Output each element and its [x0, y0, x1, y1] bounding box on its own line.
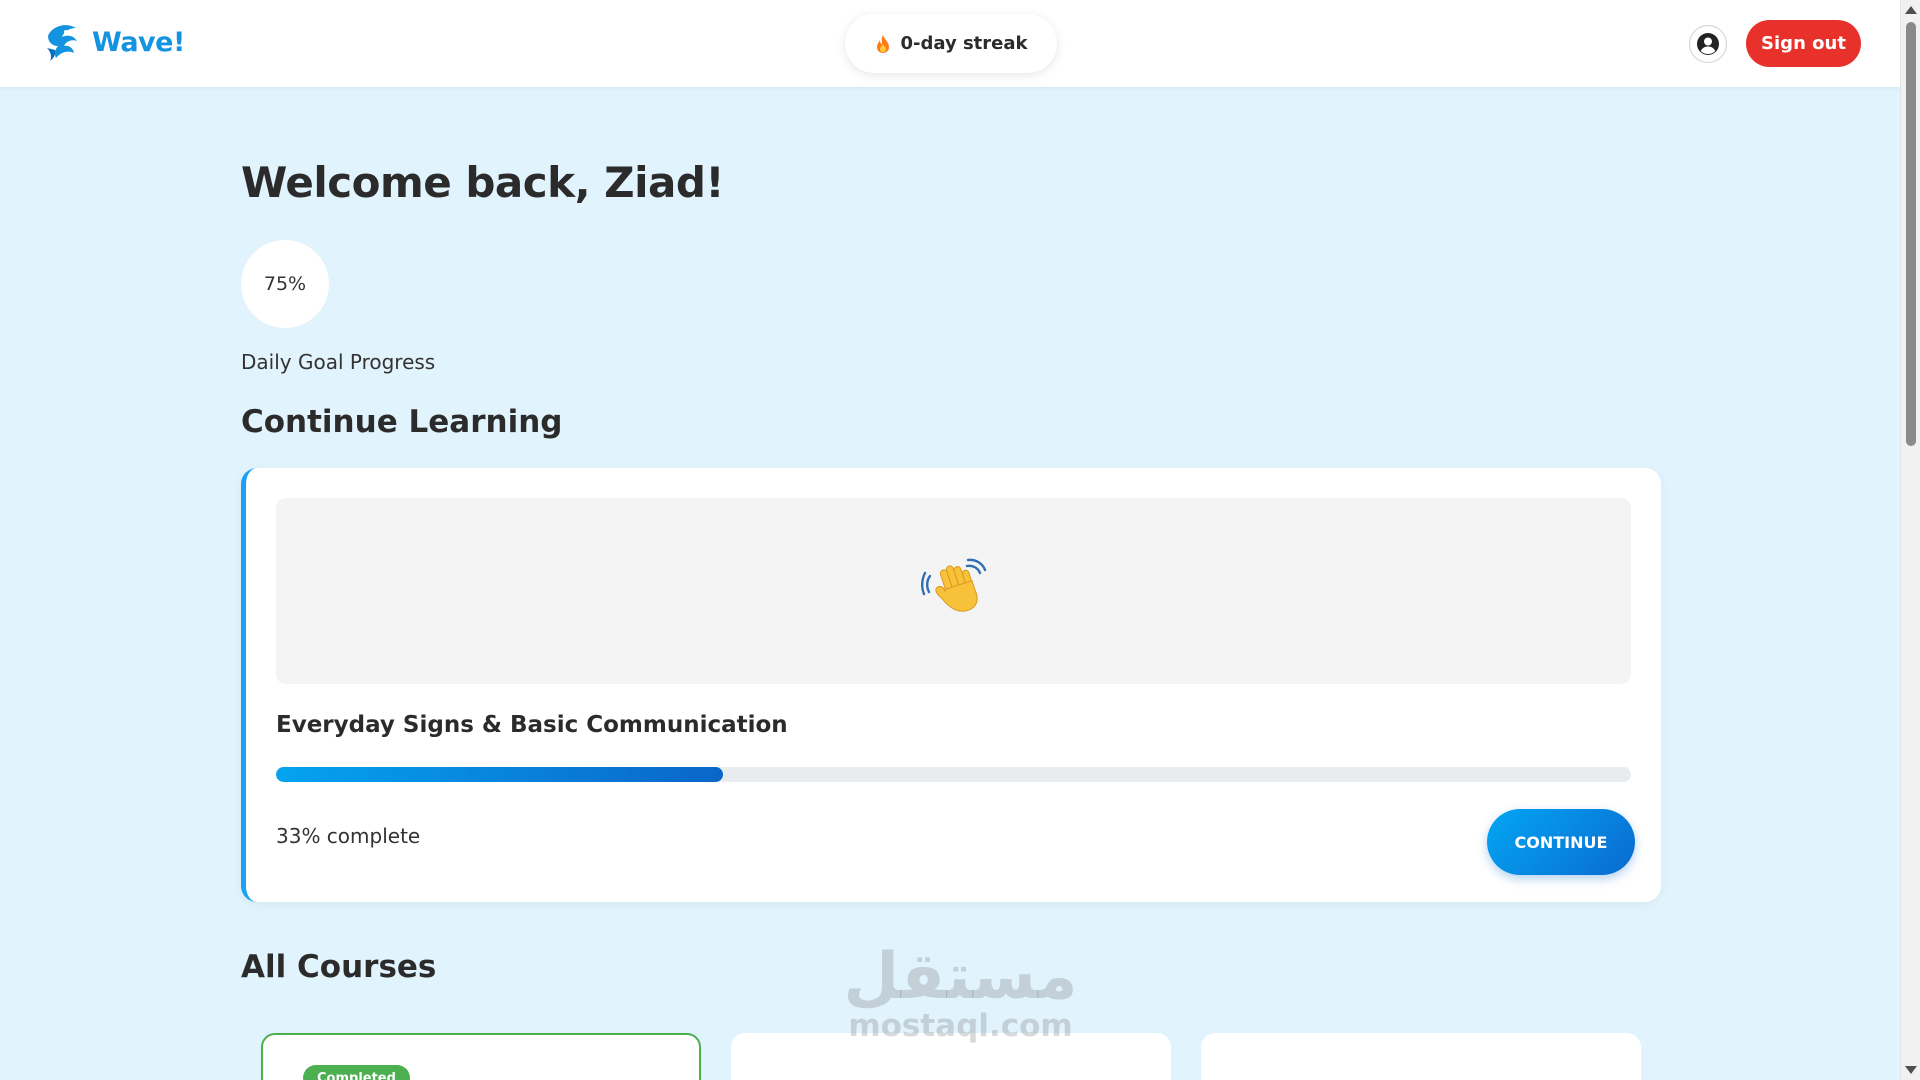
current-course-title: Everyday Signs & Basic Communication	[276, 712, 788, 738]
course-progress-label: 33% complete	[276, 824, 421, 848]
course-card[interactable]	[731, 1033, 1171, 1080]
brand-name: Wave!	[92, 26, 185, 58]
continue-learning-card[interactable]: Everyday Signs & Basic Communication 33%…	[241, 468, 1661, 902]
scroll-up-arrow-icon[interactable]	[1905, 6, 1917, 14]
course-card[interactable]	[1201, 1033, 1641, 1080]
lesson-thumbnail	[276, 498, 1631, 684]
page-scrollbar[interactable]	[1900, 0, 1920, 1080]
course-progress-bar	[276, 767, 1631, 782]
profile-button[interactable]	[1689, 25, 1727, 63]
watermark: مستقل mostaql.com	[843, 945, 1078, 1043]
top-header: Wave! 0-day streak Sign out	[0, 0, 1900, 87]
streak-label: 0-day streak	[900, 33, 1028, 54]
brand-home-link[interactable]: Wave!	[44, 22, 185, 62]
scrollbar-thumb[interactable]	[1906, 22, 1916, 446]
user-circle-icon	[1697, 33, 1719, 55]
wave-logo-icon	[47, 25, 77, 61]
daily-goal-progress-circle: 75%	[241, 240, 329, 328]
scroll-down-arrow-icon[interactable]	[1905, 1066, 1917, 1074]
daily-goal-value: 75%	[263, 273, 307, 295]
waving-hand-icon	[920, 558, 986, 612]
welcome-heading: Welcome back, Ziad!	[241, 158, 725, 207]
completed-badge: Completed	[303, 1065, 410, 1080]
course-progress-fill	[276, 767, 724, 782]
sign-out-button[interactable]: Sign out	[1746, 20, 1861, 67]
streak-indicator[interactable]: 0-day streak	[845, 14, 1057, 73]
all-courses-title: All Courses	[241, 949, 437, 985]
course-card[interactable]: Completed	[261, 1033, 701, 1080]
watermark-arabic: مستقل	[843, 940, 1078, 1014]
continue-button[interactable]: CONTINUE	[1487, 809, 1635, 875]
continue-learning-title: Continue Learning	[241, 404, 563, 440]
flame-icon	[876, 34, 889, 53]
daily-goal-label: Daily Goal Progress	[241, 350, 436, 374]
